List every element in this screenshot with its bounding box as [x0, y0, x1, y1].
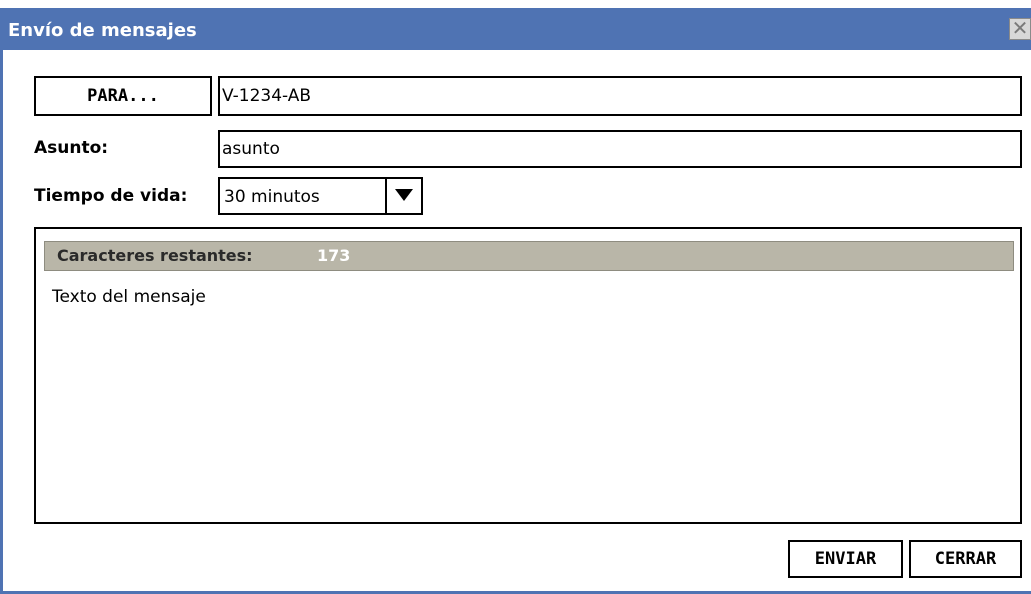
send-button[interactable]: ENVIAR — [788, 540, 903, 578]
message-body[interactable]: Texto del mensaje — [52, 287, 206, 307]
character-counter-bar: Caracteres restantes: 173 — [44, 241, 1014, 271]
lifetime-select[interactable]: 30 minutos — [218, 177, 423, 215]
lifetime-label: Tiempo de vida: — [34, 186, 188, 206]
subject-field[interactable]: asunto — [218, 130, 1022, 168]
para-button[interactable]: PARA... — [34, 76, 212, 116]
counter-label: Caracteres restantes: — [57, 246, 253, 265]
dialog-title: Envío de mensajes — [8, 20, 197, 41]
title-bar[interactable]: Envío de mensajes ✕ — [0, 0, 1031, 50]
subject-label: Asunto: — [34, 138, 109, 158]
counter-value: 173 — [317, 246, 351, 265]
message-area[interactable]: Caracteres restantes: 173 Texto del mens… — [34, 227, 1022, 524]
close-button[interactable]: CERRAR — [909, 540, 1022, 578]
message-dialog: Envío de mensajes ✕ PARA... V-1234-AB As… — [0, 0, 1031, 594]
chevron-down-icon[interactable] — [385, 179, 421, 213]
close-icon[interactable]: ✕ — [1009, 18, 1031, 40]
lifetime-select-value: 30 minutos — [224, 187, 320, 207]
recipient-field[interactable]: V-1234-AB — [218, 76, 1022, 116]
